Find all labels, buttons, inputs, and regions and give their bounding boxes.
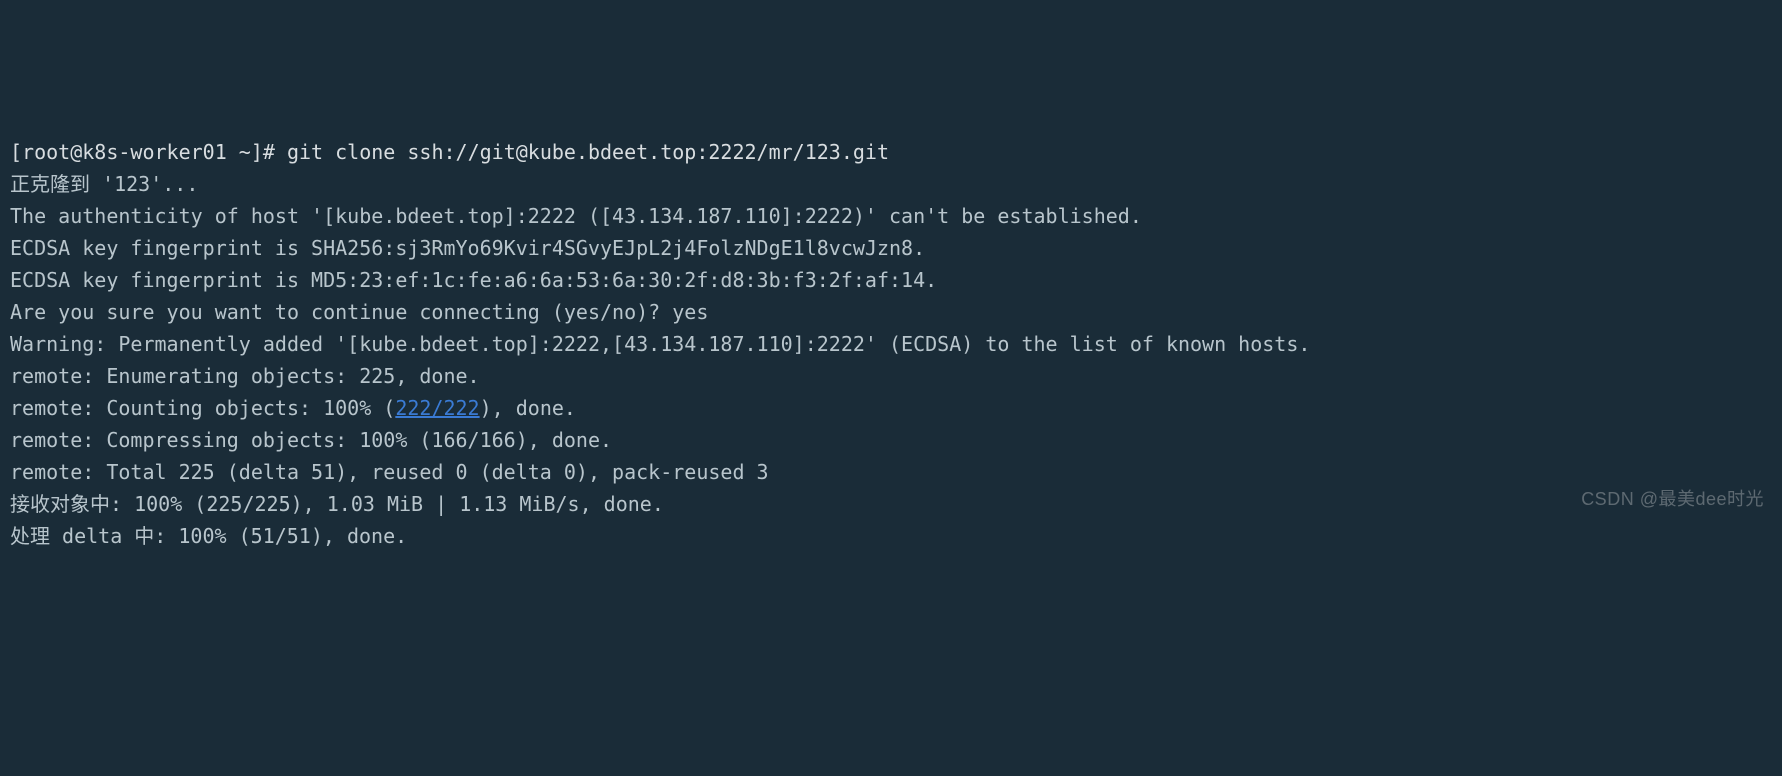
output-receiving: 接收对象中: 100% (225/225), 1.03 MiB | 1.13 M… xyxy=(10,488,1772,520)
output-total: remote: Total 225 (delta 51), reused 0 (… xyxy=(10,456,1772,488)
continue-question: Are you sure you want to continue connec… xyxy=(10,300,672,324)
counting-prefix: remote: Counting objects: 100% ( xyxy=(10,396,395,420)
output-counting: remote: Counting objects: 100% (222/222)… xyxy=(10,392,1772,424)
output-enumerating: remote: Enumerating objects: 225, done. xyxy=(10,360,1772,392)
prompt-line: [root@k8s-worker01 ~]# git clone ssh://g… xyxy=(10,136,1772,168)
output-compressing: remote: Compressing objects: 100% (166/1… xyxy=(10,424,1772,456)
output-warning-added: Warning: Permanently added '[kube.bdeet.… xyxy=(10,328,1772,360)
continue-answer[interactable]: yes xyxy=(672,300,708,324)
output-md5-fingerprint: ECDSA key fingerprint is MD5:23:ef:1c:fe… xyxy=(10,264,1772,296)
output-continue-prompt: Are you sure you want to continue connec… xyxy=(10,296,1772,328)
prompt-user-host: [root@k8s-worker01 ~]# xyxy=(10,140,287,164)
output-resolving: 处理 delta 中: 100% (51/51), done. xyxy=(10,520,1772,552)
counting-link[interactable]: 222/222 xyxy=(395,396,479,420)
output-sha256-fingerprint: ECDSA key fingerprint is SHA256:sj3RmYo6… xyxy=(10,232,1772,264)
counting-suffix: ), done. xyxy=(480,396,576,420)
watermark: CSDN @最美dee时光 xyxy=(1581,485,1764,514)
output-cloning: 正克隆到 '123'... xyxy=(10,168,1772,200)
output-authenticity: The authenticity of host '[kube.bdeet.to… xyxy=(10,200,1772,232)
git-clone-command: git clone ssh://git@kube.bdeet.top:2222/… xyxy=(287,140,889,164)
